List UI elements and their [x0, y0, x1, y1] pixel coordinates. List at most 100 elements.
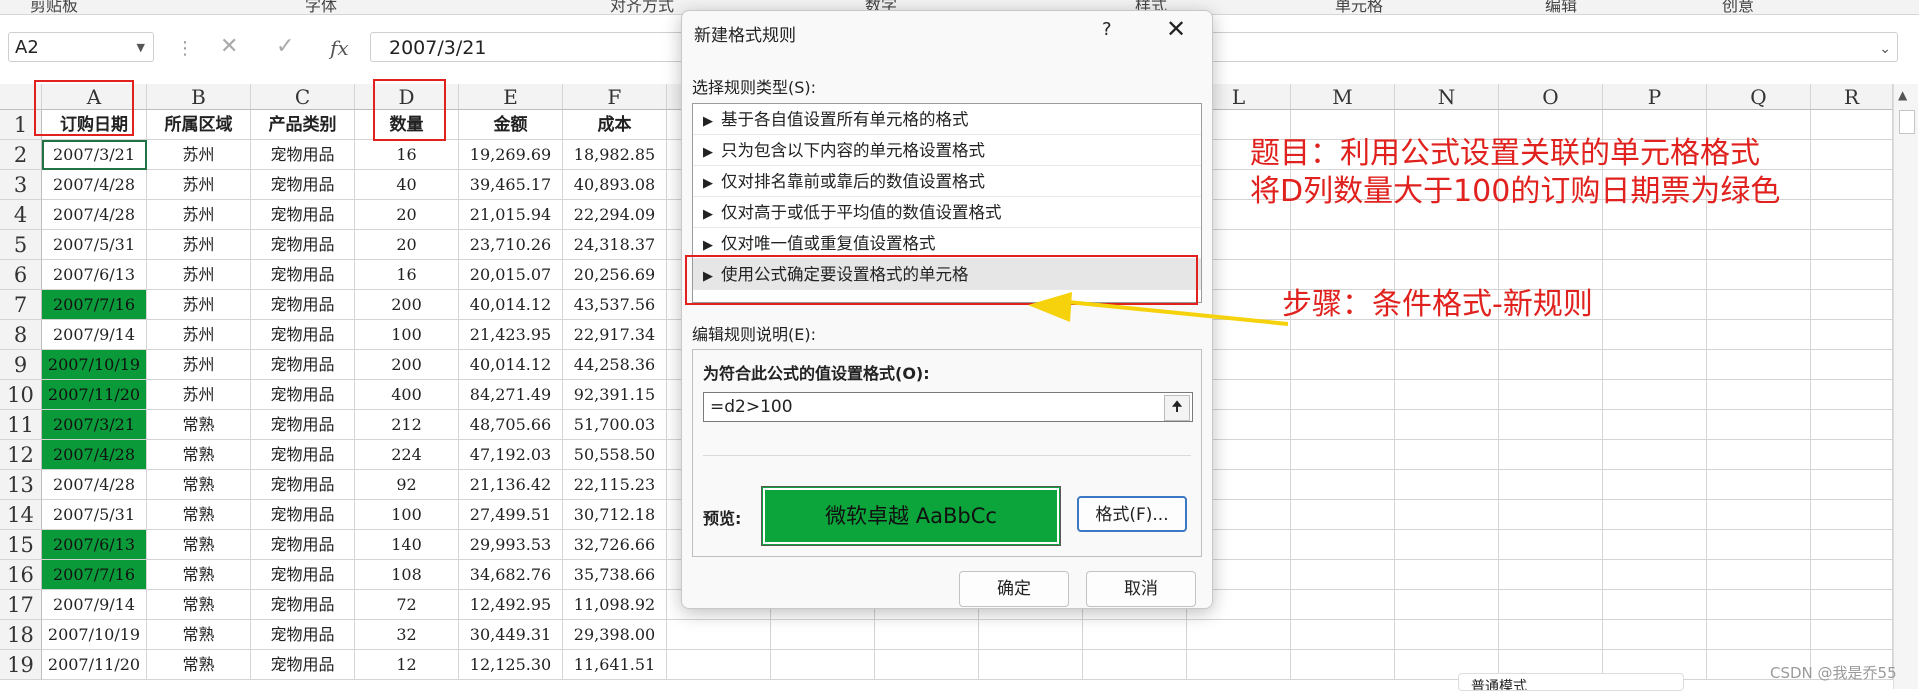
rule-type-item[interactable]: ▶ 只为包含以下内容的单元格设置格式 — [693, 135, 1201, 166]
empty-cell[interactable] — [1707, 560, 1811, 590]
cancel-icon[interactable]: ✕ — [220, 34, 238, 59]
table-cell[interactable]: 40,893.08 — [563, 170, 667, 200]
empty-cell[interactable] — [979, 620, 1083, 650]
table-cell[interactable]: 108 — [355, 560, 459, 590]
table-cell[interactable]: 50,558.50 — [563, 440, 667, 470]
table-cell[interactable]: 宠物用品 — [251, 620, 355, 650]
empty-cell[interactable] — [1291, 410, 1395, 440]
table-cell[interactable]: 苏州 — [147, 260, 251, 290]
empty-cell[interactable] — [1187, 620, 1291, 650]
table-cell[interactable]: 宠物用品 — [251, 380, 355, 410]
table-cell[interactable]: 27,499.51 — [459, 500, 563, 530]
row-header[interactable]: 7 — [0, 290, 42, 320]
table-cell[interactable]: 21,015.94 — [459, 200, 563, 230]
table-cell[interactable]: 51,700.03 — [563, 410, 667, 440]
empty-cell[interactable] — [1603, 320, 1707, 350]
date-cell[interactable]: 2007/9/14 — [42, 590, 147, 620]
table-cell[interactable]: 12,125.30 — [459, 650, 563, 680]
table-cell[interactable]: 24,318.37 — [563, 230, 667, 260]
table-cell[interactable]: 29,398.00 — [563, 620, 667, 650]
row-header[interactable]: 2 — [0, 140, 42, 170]
empty-cell[interactable] — [1811, 410, 1893, 440]
date-cell[interactable]: 2007/6/13 — [42, 530, 147, 560]
empty-cell[interactable] — [771, 620, 875, 650]
empty-cell[interactable] — [1811, 530, 1893, 560]
column-header-q[interactable]: Q — [1707, 84, 1811, 110]
column-header-r[interactable]: R — [1811, 84, 1893, 110]
table-cell[interactable]: 16 — [355, 260, 459, 290]
table-cell[interactable]: 30,712.18 — [563, 500, 667, 530]
empty-cell[interactable] — [1707, 410, 1811, 440]
row-header[interactable]: 5 — [0, 230, 42, 260]
table-cell[interactable]: 11,098.92 — [563, 590, 667, 620]
table-header-cell[interactable]: 成本 — [563, 110, 667, 140]
column-header-o[interactable]: O — [1499, 84, 1603, 110]
table-cell[interactable]: 宠物用品 — [251, 230, 355, 260]
table-cell[interactable]: 21,423.95 — [459, 320, 563, 350]
empty-cell[interactable] — [1395, 380, 1499, 410]
empty-cell[interactable] — [1811, 590, 1893, 620]
cancel-button[interactable]: 取消 — [1086, 571, 1196, 607]
empty-cell[interactable] — [1603, 350, 1707, 380]
date-cell[interactable]: 2007/11/20 — [42, 380, 147, 410]
empty-cell[interactable] — [1083, 650, 1187, 680]
empty-cell[interactable] — [1499, 620, 1603, 650]
empty-cell[interactable] — [1291, 440, 1395, 470]
empty-cell[interactable] — [1603, 620, 1707, 650]
row-header[interactable]: 6 — [0, 260, 42, 290]
column-header-e[interactable]: E — [459, 84, 563, 110]
date-cell[interactable]: 2007/6/13 — [42, 260, 147, 290]
table-cell[interactable]: 苏州 — [147, 350, 251, 380]
empty-cell[interactable] — [1707, 620, 1811, 650]
table-cell[interactable]: 20,015.07 — [459, 260, 563, 290]
empty-cell[interactable] — [1395, 320, 1499, 350]
row-header[interactable]: 8 — [0, 320, 42, 350]
empty-cell[interactable] — [1603, 290, 1707, 320]
table-cell[interactable]: 44,258.36 — [563, 350, 667, 380]
table-cell[interactable]: 100 — [355, 320, 459, 350]
format-button[interactable]: 格式(F)... — [1077, 496, 1187, 532]
empty-cell[interactable] — [1707, 440, 1811, 470]
empty-cell[interactable] — [1811, 500, 1893, 530]
table-cell[interactable]: 常熟 — [147, 470, 251, 500]
empty-cell[interactable] — [1707, 470, 1811, 500]
vertical-scrollbar[interactable]: ▲ — [1893, 84, 1918, 689]
empty-cell[interactable] — [1811, 470, 1893, 500]
table-cell[interactable]: 苏州 — [147, 140, 251, 170]
date-cell[interactable]: 2007/11/20 — [42, 650, 147, 680]
empty-cell[interactable] — [1603, 470, 1707, 500]
empty-cell[interactable] — [1811, 140, 1893, 170]
rule-formula-input[interactable]: =d2>100 🠉 — [703, 392, 1193, 422]
table-cell[interactable]: 常熟 — [147, 530, 251, 560]
table-cell[interactable]: 宠物用品 — [251, 350, 355, 380]
date-cell[interactable]: 2007/10/19 — [42, 620, 147, 650]
table-cell[interactable]: 宠物用品 — [251, 530, 355, 560]
table-cell[interactable]: 12 — [355, 650, 459, 680]
table-cell[interactable]: 30,449.31 — [459, 620, 563, 650]
column-header-f[interactable]: F — [563, 84, 667, 110]
table-cell[interactable]: 29,993.53 — [459, 530, 563, 560]
table-cell[interactable]: 宠物用品 — [251, 560, 355, 590]
empty-cell[interactable] — [1499, 350, 1603, 380]
row-header[interactable]: 3 — [0, 170, 42, 200]
empty-cell[interactable] — [1291, 590, 1395, 620]
table-cell[interactable]: 宠物用品 — [251, 470, 355, 500]
empty-cell[interactable] — [1499, 320, 1603, 350]
empty-cell[interactable] — [1811, 380, 1893, 410]
empty-cell[interactable] — [1499, 230, 1603, 260]
empty-cell[interactable] — [1707, 260, 1811, 290]
row-header[interactable]: 10 — [0, 380, 42, 410]
empty-cell[interactable] — [1707, 500, 1811, 530]
table-cell[interactable]: 200 — [355, 350, 459, 380]
table-cell[interactable]: 20 — [355, 230, 459, 260]
empty-cell[interactable] — [1395, 500, 1499, 530]
insert-function-icon[interactable]: fx — [330, 36, 349, 60]
enter-check-icon[interactable]: ✓ — [276, 34, 294, 59]
table-cell[interactable]: 47,192.03 — [459, 440, 563, 470]
empty-cell[interactable] — [1395, 590, 1499, 620]
table-cell[interactable]: 宠物用品 — [251, 170, 355, 200]
empty-cell[interactable] — [1395, 530, 1499, 560]
column-header-p[interactable]: P — [1603, 84, 1707, 110]
table-cell[interactable]: 22,294.09 — [563, 200, 667, 230]
empty-cell[interactable] — [1707, 230, 1811, 260]
